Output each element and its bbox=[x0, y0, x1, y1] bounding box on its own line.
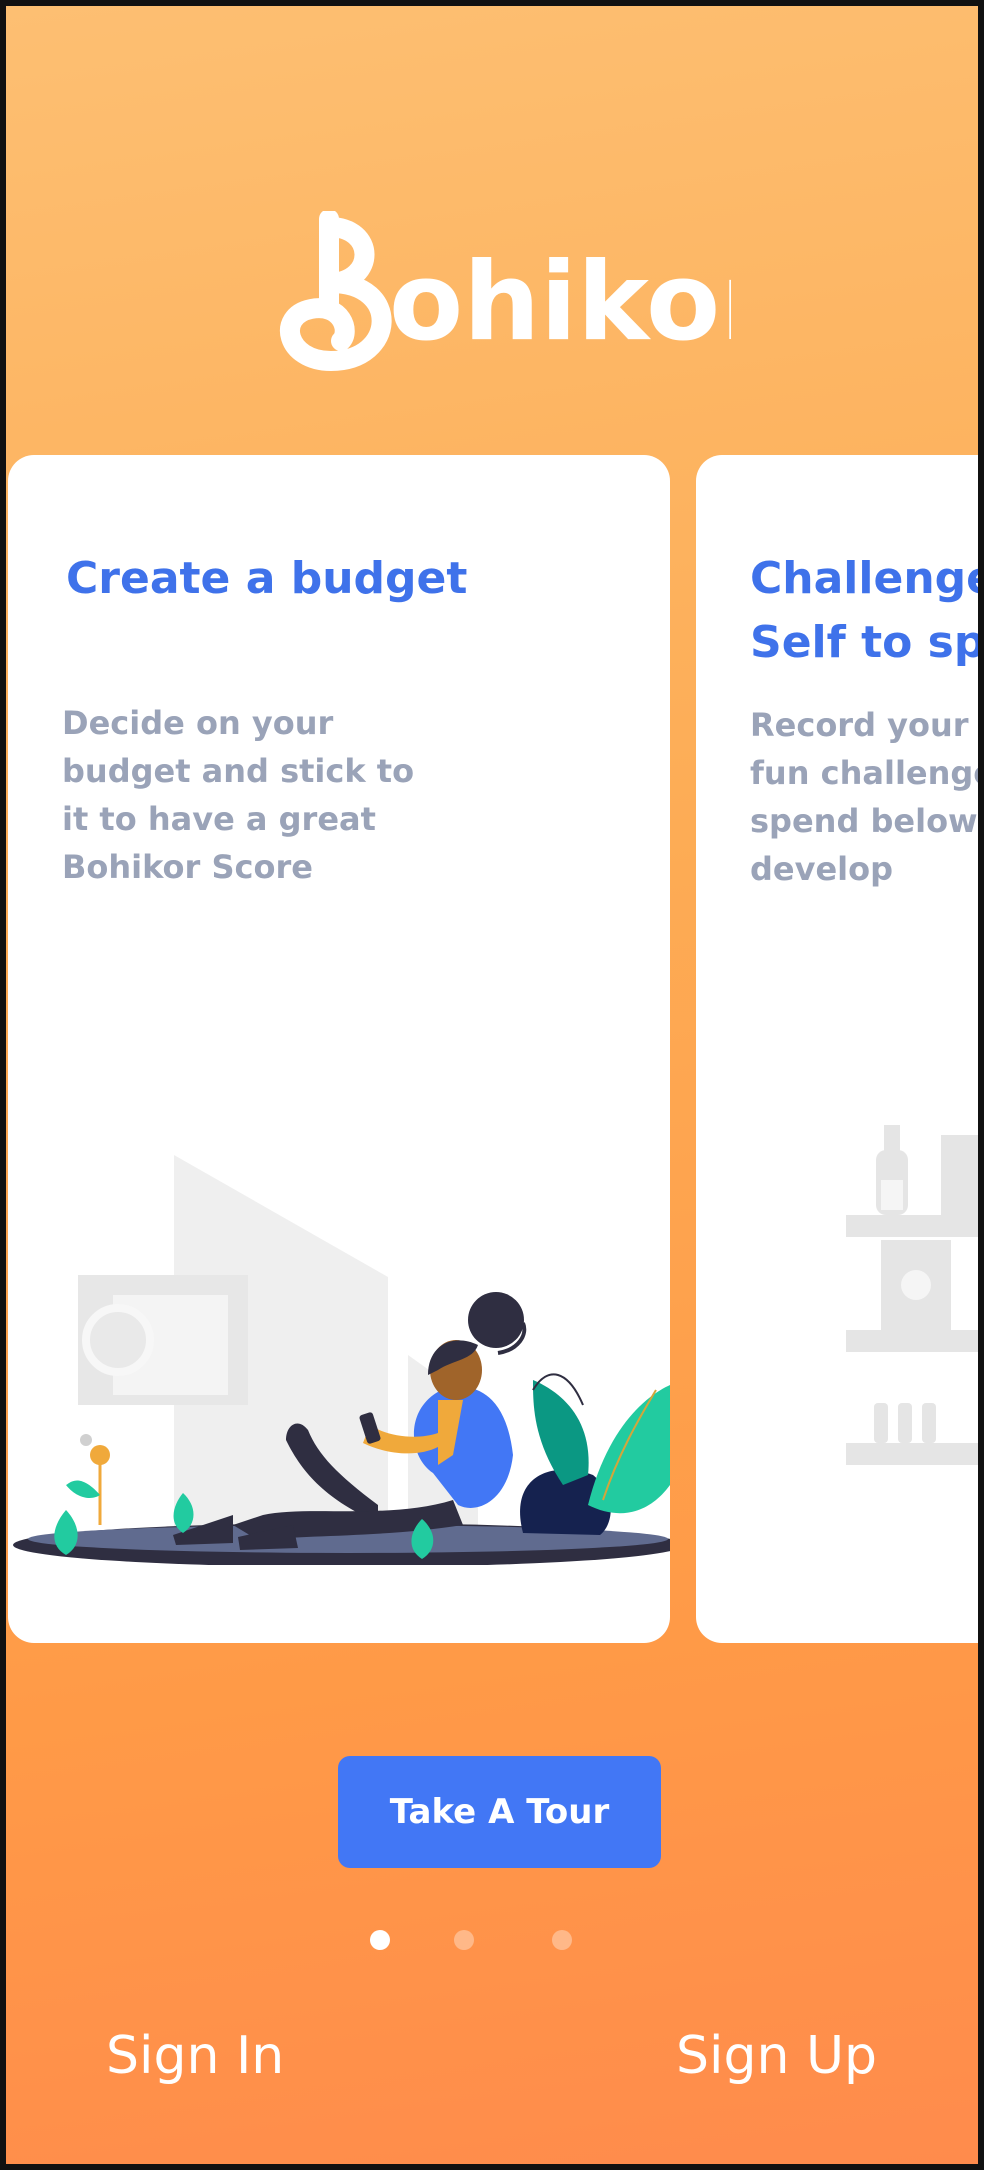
card-title: Create a budget bbox=[66, 553, 468, 604]
pagination-dots bbox=[6, 1930, 978, 1950]
card-description-line: Record your da bbox=[750, 706, 978, 744]
sign-in-link[interactable]: Sign In bbox=[106, 2016, 284, 2096]
shelf-illustration bbox=[846, 1125, 978, 1465]
bohikor-logo-icon: ohikor bbox=[280, 209, 774, 372]
logo-wordmark: ohikor bbox=[389, 240, 731, 365]
card-description-line: fun challenges bbox=[750, 754, 978, 792]
take-a-tour-button[interactable]: Take A Tour bbox=[338, 1756, 661, 1868]
card-description: Decide on your budget and stick to it to… bbox=[62, 704, 415, 886]
pagination-dot-active[interactable] bbox=[370, 1930, 390, 1950]
onboarding-card-challenge[interactable]: Challenge y Self to spe Record your da f… bbox=[696, 455, 984, 1643]
onboarding-card-budget[interactable]: Create a budget Decide on your budget an… bbox=[8, 455, 670, 1643]
brand-logo: ohikor bbox=[271, 209, 774, 372]
card-title-line: Challenge y bbox=[750, 553, 984, 604]
pagination-dot[interactable] bbox=[454, 1930, 474, 1950]
sign-up-link[interactable]: Sign Up bbox=[676, 2016, 877, 2096]
card-title-line: Self to spe bbox=[750, 617, 984, 668]
woman-sitting-illustration bbox=[13, 1155, 670, 1565]
pagination-dot[interactable] bbox=[552, 1930, 572, 1950]
card-description-line: develop bbox=[750, 850, 894, 888]
onboarding-screen: ohikor Create a budget Decide on your bu… bbox=[0, 0, 984, 2170]
card-description: Record your da fun challenges spend belo… bbox=[750, 701, 984, 893]
card-title: Challenge y Self to spe bbox=[750, 547, 984, 675]
card-description-line: spend below y bbox=[750, 802, 984, 840]
